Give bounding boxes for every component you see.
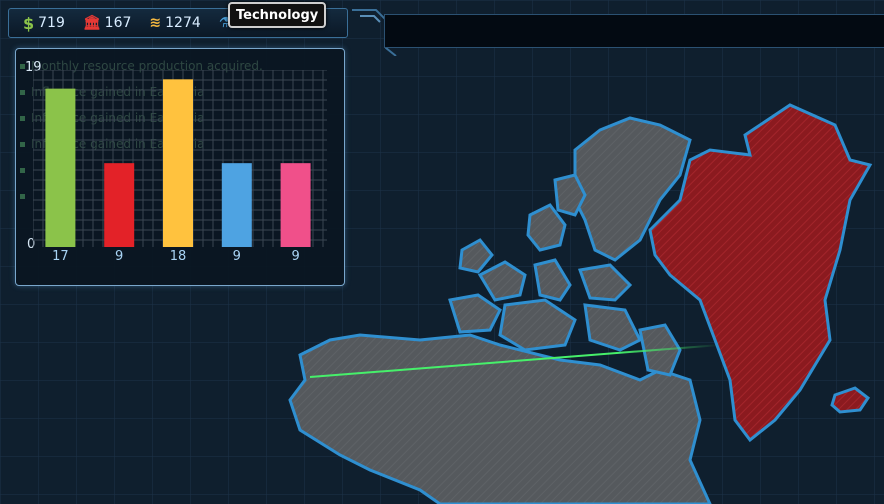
bar-military [163,79,193,247]
dollar-icon: $ [23,13,35,33]
government-resource[interactable]: 🏛 167 [83,15,132,31]
x-axis-labels: 17 9 18 9 9 [33,249,327,267]
bar-culture [280,163,311,247]
notification-bar [384,14,884,48]
bar-government [104,163,135,247]
military-value: 1274 [165,15,201,31]
bar-value-label: 9 [232,249,241,264]
military-rank-icon: ≋ [149,15,162,31]
bar-value-label: 17 [52,249,69,264]
government-building-icon: 🏛 [82,15,101,31]
bar-value-label: 9 [115,249,124,264]
military-resource[interactable]: ≋ 1274 [149,15,200,31]
bar-value-label: 9 [291,249,300,264]
government-value: 167 [104,15,132,31]
bar-science [221,163,252,247]
money-value: 719 [38,15,65,31]
resource-tooltip: Technology [228,2,327,28]
money-resource[interactable]: $ 719 [23,14,65,33]
bar-money [45,88,76,247]
production-bar-chart [33,70,327,247]
bar-value-label: 18 [169,249,187,264]
